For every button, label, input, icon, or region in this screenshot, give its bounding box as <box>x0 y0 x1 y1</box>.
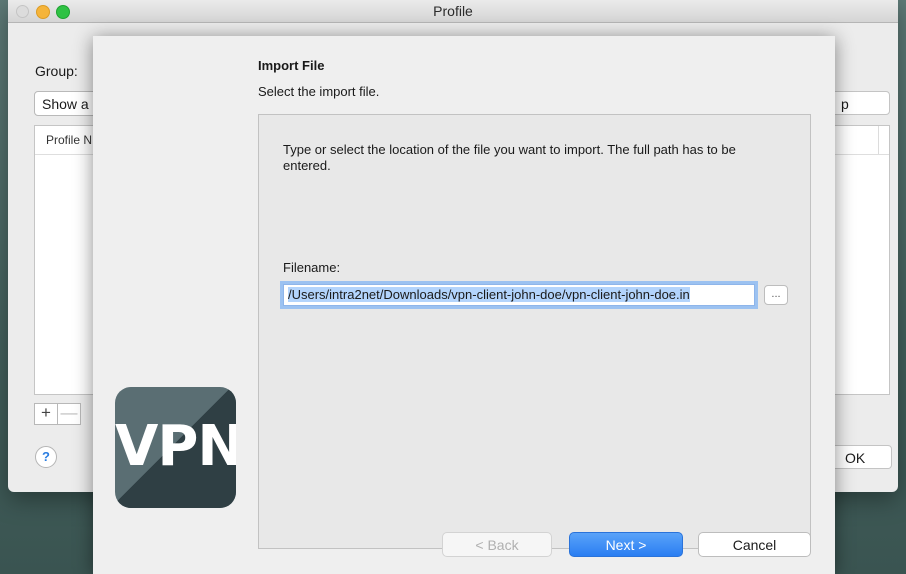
top-right-button[interactable]: p <box>828 91 890 115</box>
filename-label: Filename: <box>283 260 341 275</box>
help-button[interactable]: ? <box>35 446 57 468</box>
import-description: Type or select the location of the file … <box>283 142 736 173</box>
import-file-sheet: Import File Select the import file. VPN … <box>93 36 835 574</box>
group-label: Group: <box>35 63 78 79</box>
vpn-logo: VPN <box>115 387 236 508</box>
back-button[interactable]: < Back <box>442 532 552 557</box>
window-title: Profile <box>433 3 473 19</box>
cancel-button[interactable]: Cancel <box>698 532 811 557</box>
sheet-title: Import File <box>258 58 325 73</box>
import-panel: Type or select the location of the file … <box>258 114 811 549</box>
remove-profile-button[interactable]: — <box>58 403 81 425</box>
logo-text: VPN <box>115 414 236 479</box>
filename-input[interactable]: /Users/intra2net/Downloads/vpn-client-jo… <box>283 284 755 306</box>
title-bar: Profile <box>8 0 898 23</box>
add-profile-button[interactable]: + <box>34 403 58 425</box>
column-divider <box>878 126 879 154</box>
filename-value: /Users/intra2net/Downloads/vpn-client-jo… <box>288 287 690 302</box>
browse-button[interactable]: ... <box>764 285 788 305</box>
next-button[interactable]: Next > <box>569 532 683 557</box>
add-remove-controls: + — <box>34 403 81 425</box>
sheet-subtitle: Select the import file. <box>258 84 380 99</box>
